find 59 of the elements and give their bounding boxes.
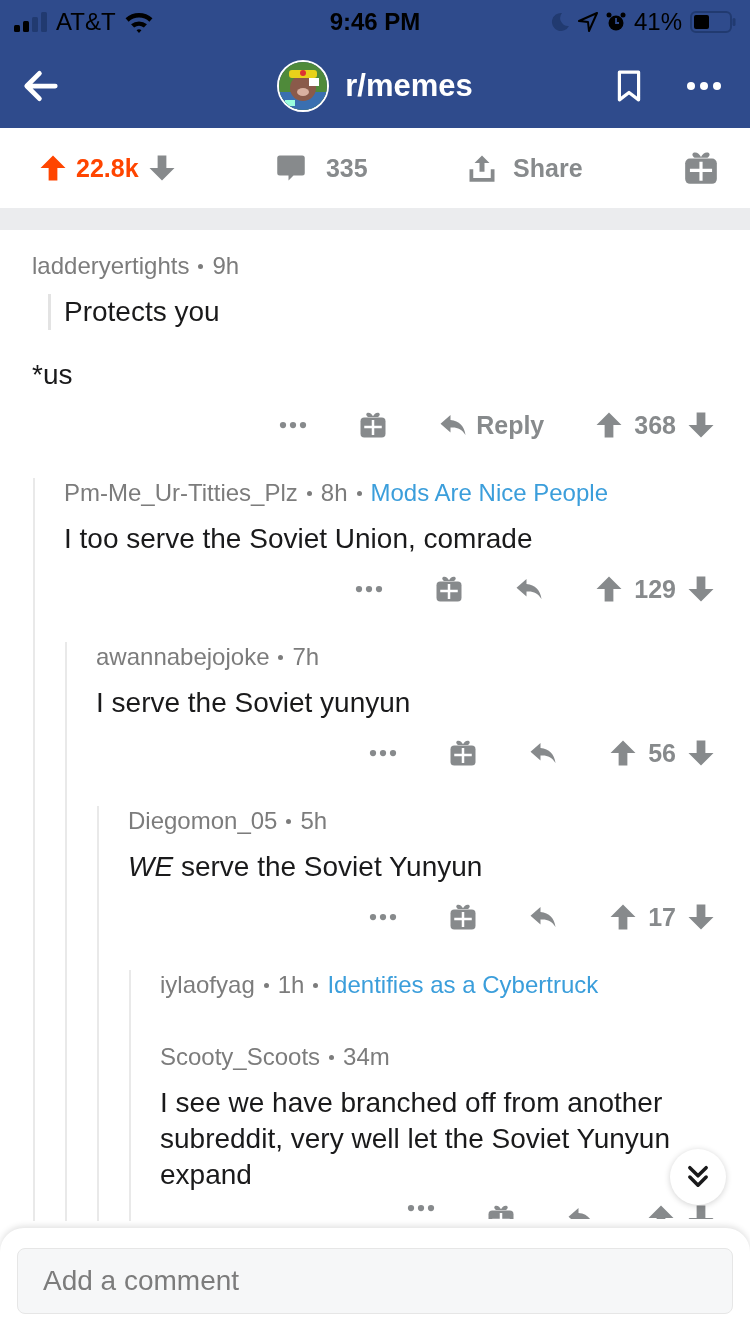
comment-author[interactable]: ladderyertights xyxy=(32,251,190,281)
alarm-icon xyxy=(605,12,626,32)
wifi-icon xyxy=(123,11,154,33)
comment-text: I too serve the Soviet Union, comrade xyxy=(64,522,534,556)
signal-icon xyxy=(14,12,48,32)
more-icon[interactable] xyxy=(354,584,385,594)
comment-time: 5h xyxy=(300,806,328,836)
moon-icon xyxy=(549,12,570,32)
vote-score: 56 xyxy=(648,738,676,768)
comment-text: *us xyxy=(32,358,74,392)
location-icon xyxy=(577,12,598,32)
comment-author[interactable]: iylaofyag xyxy=(160,970,255,1000)
comment-time: 7h xyxy=(292,642,320,672)
vote-score: 17 xyxy=(648,902,676,932)
comment-time: 9h xyxy=(212,251,240,281)
downvote-icon[interactable] xyxy=(686,902,716,932)
downvote-icon[interactable] xyxy=(686,574,716,604)
user-flair: Mods Are Nice People xyxy=(370,478,608,508)
battery-percent: 41% xyxy=(633,8,682,36)
comment-time: 34m xyxy=(343,1042,390,1072)
comment-field[interactable]: Add a comment xyxy=(17,1248,733,1314)
share-button[interactable]: Share xyxy=(467,153,583,183)
gift-icon[interactable] xyxy=(434,574,465,604)
gift-icon[interactable] xyxy=(358,410,389,440)
more-icon[interactable] xyxy=(368,912,399,922)
comment-author[interactable]: Diegomon_05 xyxy=(128,806,278,836)
quote-text: Protects you xyxy=(48,294,670,330)
more-icon[interactable] xyxy=(686,81,722,91)
battery-icon xyxy=(690,11,736,33)
downvote-icon[interactable] xyxy=(686,410,716,440)
comment-icon[interactable] xyxy=(275,153,306,183)
user-flair: Identifies as a Cybertruck xyxy=(327,970,599,1000)
comment-author[interactable]: awannabejojoke xyxy=(96,642,270,672)
gift-icon[interactable] xyxy=(448,902,479,932)
comment-author[interactable]: Scooty_Scoots xyxy=(160,1042,321,1072)
share-icon xyxy=(467,153,498,183)
comment-text: WE serve the Soviet Yunyun xyxy=(128,850,484,884)
comment-text: I see we have branched off from another subreddit, very well let the Soviet Yunyun expand xyxy=(160,1086,670,1192)
vote-score: 368 xyxy=(634,410,676,440)
upvote-icon[interactable] xyxy=(646,1203,676,1220)
gift-icon[interactable] xyxy=(448,738,479,768)
upvote-icon[interactable] xyxy=(38,153,68,183)
more-icon[interactable] xyxy=(368,748,399,758)
downvote-icon[interactable] xyxy=(686,738,716,768)
scroll-down-button[interactable] xyxy=(670,1149,726,1205)
comment-time: 8h xyxy=(320,478,348,508)
clock-time: 9:46 PM xyxy=(329,8,421,36)
comment-count: 335 xyxy=(325,153,368,183)
comment-author[interactable]: Pm-Me_Ur-Titties_Plz xyxy=(64,478,298,508)
bookmark-icon[interactable] xyxy=(616,70,642,102)
more-icon[interactable] xyxy=(406,1203,436,1213)
comment-text: I serve the Soviet yunyun xyxy=(96,686,412,720)
comment-time: 1h xyxy=(277,970,305,1000)
vote-score: 129 xyxy=(634,574,676,604)
reply-button[interactable]: Reply xyxy=(438,410,545,440)
more-icon[interactable] xyxy=(278,420,309,430)
post-score: 22.8k xyxy=(76,153,139,183)
carrier-name: AT&T xyxy=(56,8,116,36)
subreddit-name[interactable]: r/memes xyxy=(345,68,473,104)
